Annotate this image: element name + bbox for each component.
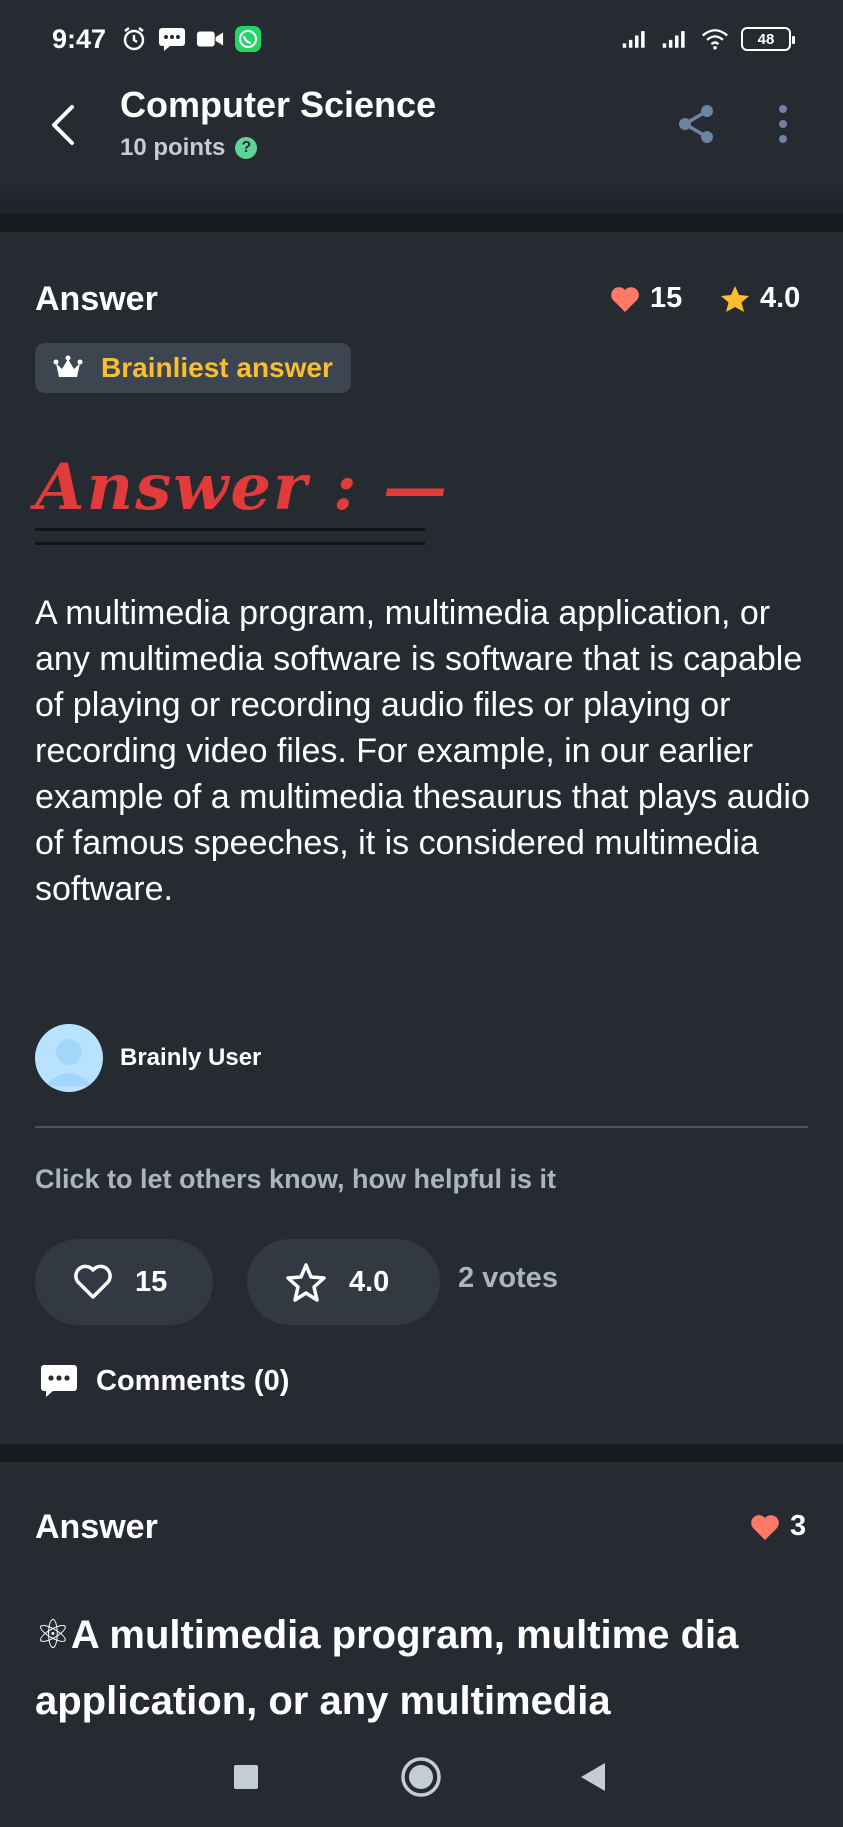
home-button[interactable] [394,1750,448,1804]
brainliest-label: Brainliest answer [101,352,333,383]
answer-card: Answer 3 ⚛A multimedia program, multime … [0,1462,843,1742]
brainliest-badge: Brainliest answer [35,343,351,393]
chevron-left-icon [52,105,74,145]
battery-icon: 48 [741,27,795,51]
circle-icon [401,1757,441,1797]
back-nav-button[interactable] [566,1750,620,1804]
user-avatar-icon [45,1039,93,1086]
answer-title-styled: Answer : — [35,450,449,525]
comments-button[interactable]: Comments (0) [40,1364,289,1398]
rating-value: 4.0 [760,282,801,314]
helpful-prompt: Click to let others know, how helpful is… [35,1164,557,1194]
signal-icon [621,25,649,53]
answer-body: A multimedia program, multimedia applica… [35,594,810,908]
rate-button[interactable]: 4.0 [247,1239,440,1325]
points-label: 10 points [120,134,226,161]
likes-stat: 15 [610,282,682,315]
answer-heading: Answer [35,280,158,318]
back-button[interactable] [40,98,84,152]
comments-label: Comments (0) [96,1364,290,1397]
likes-stat: 3 [750,1510,806,1543]
status-bar: 9:47 48 [0,0,843,78]
heart-outline-icon [74,1264,112,1299]
rating-stat: 4.0 [720,282,800,315]
square-icon [234,1765,258,1789]
user-name[interactable]: Brainly User [120,1044,261,1072]
heart-icon [611,286,639,312]
likes-count: 3 [790,1510,807,1542]
answer-heading: Answer [35,1508,158,1546]
star-outline-icon [286,1263,326,1302]
alarm-icon [120,25,148,53]
share-button[interactable] [672,100,720,148]
title-underline [35,528,425,531]
help-icon[interactable]: ? [235,137,258,159]
heart-icon [751,1514,779,1540]
like-button[interactable]: 15 [35,1239,213,1325]
more-vertical-icon [779,105,787,143]
divider [35,1126,808,1128]
section-divider [0,214,843,232]
star-icon [721,285,749,312]
crown-icon [53,355,83,377]
more-options-button[interactable] [768,100,798,148]
points-info: 10 points ? [120,134,258,162]
header-shadow [0,178,843,214]
status-icons-right: 48 [621,25,795,53]
section-divider [0,1444,843,1462]
status-icons-left [120,25,262,53]
avatar[interactable] [35,1024,103,1092]
whatsapp-icon [234,25,262,53]
status-time: 9:47 [52,23,107,54]
answer-body: ⚛A multimedia program, multime dia appli… [35,1613,739,1723]
answer-card: Answer 15 4.0 Brainliest answer Answer :… [0,232,843,1444]
likes-count: 15 [650,282,683,314]
system-nav-bar [0,1728,843,1827]
comment-icon [41,1365,77,1397]
share-icon [679,105,713,143]
title-underline [35,542,425,545]
page-title: Computer Science [120,84,437,125]
video-icon [196,25,224,53]
rating-count: 4.0 [349,1265,390,1298]
votes-count: 2 votes [458,1262,558,1294]
triangle-back-icon [581,1763,605,1791]
signal-icon [661,25,689,53]
recents-button[interactable] [219,1750,273,1804]
like-count: 15 [135,1265,168,1298]
wifi-icon [701,25,729,53]
message-icon [158,25,186,53]
